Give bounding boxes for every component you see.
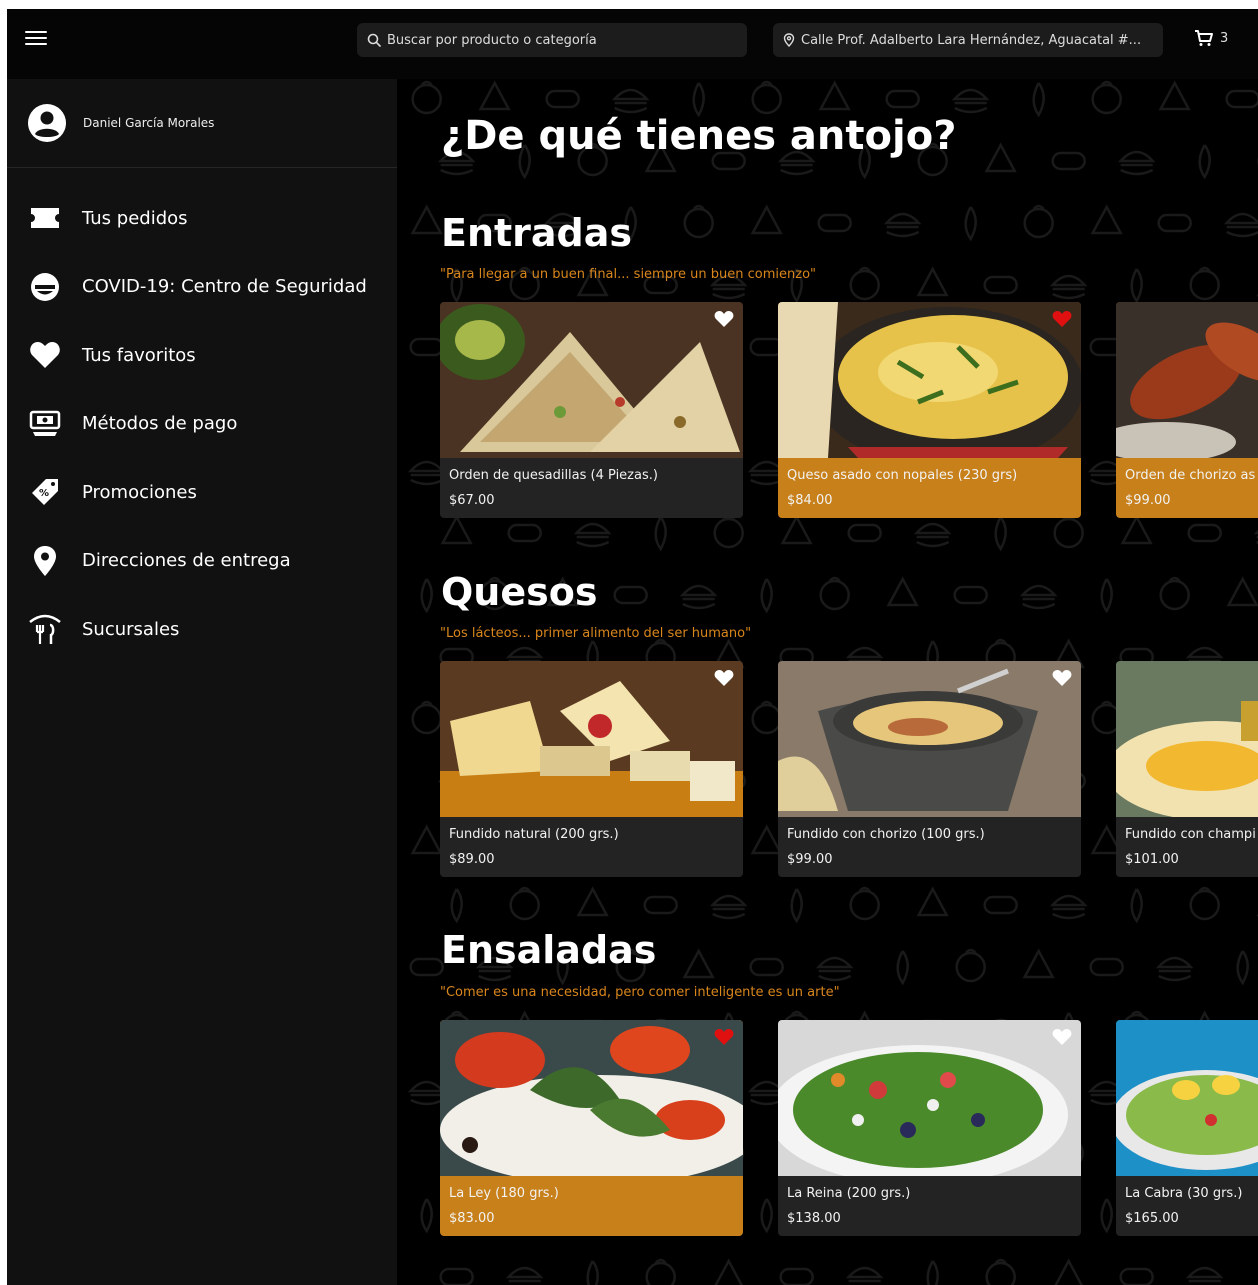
menu-content[interactable]: ¿De qué tienes antojo? Entradas "Para ll… bbox=[397, 79, 1258, 1285]
sidebar-item-addresses[interactable]: Direcciones de entrega bbox=[7, 527, 397, 596]
section-quote: "Los lácteos... primer alimento del ser … bbox=[440, 626, 752, 641]
product-image-queso-asado bbox=[778, 302, 1081, 458]
sidebar-item-covid[interactable]: COVID-19: Centro de Seguridad bbox=[7, 253, 397, 322]
product-name: Queso asado con nopales (230 grs) bbox=[787, 468, 1018, 483]
section-title-ensaladas: Ensaladas bbox=[441, 928, 657, 972]
product-card[interactable]: Fundido con champi $101.00 bbox=[1116, 661, 1258, 877]
section-quote: "Para llegar a un buen final... siempre … bbox=[440, 267, 816, 282]
sidebar-item-label: Tus favoritos bbox=[82, 344, 196, 366]
user-name: Daniel García Morales bbox=[83, 116, 215, 130]
product-card[interactable]: Orden de quesadillas (4 Piezas.) $67.00 bbox=[440, 302, 743, 518]
sidebar-nav: Tus pedidos COVID-19: Centro de Segurida… bbox=[7, 184, 397, 664]
product-image-la-reina bbox=[778, 1020, 1081, 1176]
delivery-address: Calle Prof. Adalberto Lara Hernández, Ag… bbox=[801, 32, 1142, 48]
favorite-heart-icon[interactable] bbox=[1052, 669, 1072, 687]
favorite-heart-icon[interactable] bbox=[714, 1028, 734, 1046]
sidebar-item-label: COVID-19: Centro de Seguridad bbox=[82, 276, 367, 298]
heart-icon bbox=[27, 337, 63, 373]
search-box[interactable] bbox=[357, 23, 747, 57]
favorite-heart-icon[interactable] bbox=[1052, 310, 1072, 328]
favorite-heart-icon[interactable] bbox=[1052, 1028, 1072, 1046]
sidebar-item-label: Sucursales bbox=[82, 618, 180, 640]
product-image-la-cabra bbox=[1116, 1020, 1258, 1176]
section-title-entradas: Entradas bbox=[441, 211, 633, 255]
product-image-fundido-chorizo bbox=[778, 661, 1081, 817]
product-card[interactable]: Fundido con chorizo (100 grs.) $99.00 bbox=[778, 661, 1081, 877]
ticket-icon bbox=[27, 200, 63, 236]
sidebar-item-label: Promociones bbox=[82, 481, 197, 503]
location-pin-icon bbox=[27, 543, 63, 579]
hamburger-menu-icon[interactable] bbox=[25, 31, 47, 51]
location-pin-icon bbox=[783, 33, 795, 47]
svg-text:%: % bbox=[39, 488, 49, 499]
search-input[interactable] bbox=[387, 32, 727, 48]
sidebar-item-label: Tus pedidos bbox=[82, 207, 188, 229]
app-window: Calle Prof. Adalberto Lara Hernández, Ag… bbox=[7, 9, 1258, 1285]
product-card[interactable]: Orden de chorizo as $99.00 bbox=[1116, 302, 1258, 518]
favorite-heart-icon[interactable] bbox=[714, 669, 734, 687]
product-price: $84.00 bbox=[787, 493, 833, 508]
sidebar-item-promotions[interactable]: % Promociones bbox=[7, 458, 397, 527]
sidebar: Daniel García Morales Tus pedidos COVID-… bbox=[7, 79, 397, 1285]
product-name: La Cabra (30 grs.) bbox=[1125, 1186, 1243, 1201]
user-profile[interactable]: Daniel García Morales bbox=[7, 79, 397, 168]
product-image-chorizo bbox=[1116, 302, 1258, 458]
product-price: $83.00 bbox=[449, 1211, 495, 1226]
page-title: ¿De qué tienes antojo? bbox=[441, 113, 957, 159]
product-name: Fundido con champi bbox=[1125, 827, 1256, 842]
product-name: Fundido con chorizo (100 grs.) bbox=[787, 827, 985, 842]
product-card[interactable]: La Cabra (30 grs.) $165.00 bbox=[1116, 1020, 1258, 1236]
favorite-heart-icon[interactable] bbox=[714, 310, 734, 328]
cart-count: 3 bbox=[1220, 30, 1229, 46]
product-card[interactable]: La Ley (180 grs.) $83.00 bbox=[440, 1020, 743, 1236]
address-selector[interactable]: Calle Prof. Adalberto Lara Hernández, Ag… bbox=[773, 23, 1163, 57]
product-card[interactable]: La Reina (200 grs.) $138.00 bbox=[778, 1020, 1081, 1236]
product-price: $99.00 bbox=[1125, 493, 1171, 508]
product-image-la-ley bbox=[440, 1020, 743, 1176]
cart-icon bbox=[1195, 30, 1213, 46]
product-name: La Reina (200 grs.) bbox=[787, 1186, 911, 1201]
cart-button[interactable]: 3 bbox=[1194, 29, 1228, 47]
search-icon bbox=[367, 33, 381, 47]
product-card[interactable]: Queso asado con nopales (230 grs) $84.00 bbox=[778, 302, 1081, 518]
product-name: Fundido natural (200 grs.) bbox=[449, 827, 619, 842]
product-price: $89.00 bbox=[449, 852, 495, 867]
tag-icon: % bbox=[27, 474, 63, 510]
product-image-fundido-natural bbox=[440, 661, 743, 817]
product-price: $67.00 bbox=[449, 493, 495, 508]
product-name: Orden de chorizo as bbox=[1125, 468, 1256, 483]
sidebar-item-payment[interactable]: Métodos de pago bbox=[7, 390, 397, 459]
section-title-quesos: Quesos bbox=[441, 570, 598, 614]
mask-icon bbox=[27, 269, 63, 305]
sidebar-item-branches[interactable]: Sucursales bbox=[7, 595, 397, 664]
sidebar-item-favorites[interactable]: Tus favoritos bbox=[7, 321, 397, 390]
product-image-fundido-champinones bbox=[1116, 661, 1258, 817]
sidebar-item-orders[interactable]: Tus pedidos bbox=[7, 184, 397, 253]
sidebar-item-label: Direcciones de entrega bbox=[82, 550, 291, 572]
product-price: $101.00 bbox=[1125, 852, 1179, 867]
product-card[interactable]: Fundido natural (200 grs.) $89.00 bbox=[440, 661, 743, 877]
top-bar: Calle Prof. Adalberto Lara Hernández, Ag… bbox=[7, 9, 1258, 79]
payment-icon bbox=[27, 406, 63, 442]
product-price: $165.00 bbox=[1125, 1211, 1179, 1226]
product-image-quesadillas bbox=[440, 302, 743, 458]
user-avatar-icon bbox=[28, 104, 66, 142]
product-price: $138.00 bbox=[787, 1211, 841, 1226]
restaurant-icon bbox=[27, 611, 63, 647]
section-quote: "Comer es una necesidad, pero comer inte… bbox=[440, 985, 840, 1000]
sidebar-item-label: Métodos de pago bbox=[82, 413, 238, 435]
product-price: $99.00 bbox=[787, 852, 833, 867]
product-name: La Ley (180 grs.) bbox=[449, 1186, 559, 1201]
product-name: Orden de quesadillas (4 Piezas.) bbox=[449, 468, 658, 483]
